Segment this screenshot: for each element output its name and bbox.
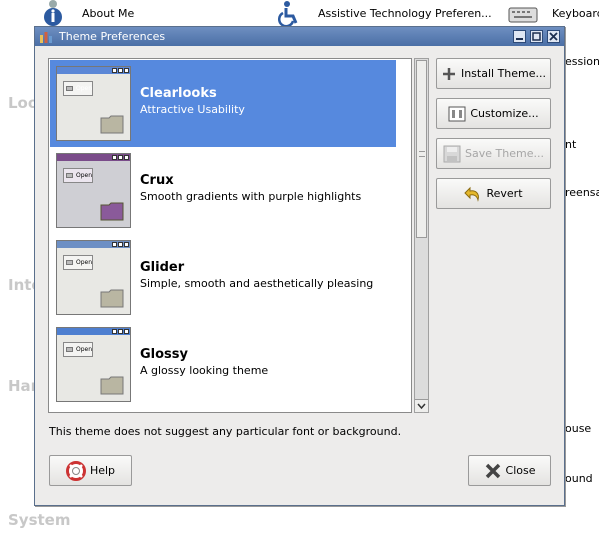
- help-lifebuoy-icon: [65, 460, 86, 481]
- bg-fragment-sessions: essions: [565, 55, 599, 68]
- theme-item-glider[interactable]: Open Glider Simple, smooth and aesthetic…: [50, 234, 396, 321]
- theme-item-clearlooks[interactable]: Open Clearlooks Attractive Usability: [50, 60, 396, 147]
- folder-icon: [100, 376, 124, 395]
- theme-app-icon: [40, 31, 52, 43]
- customize-icon: [448, 106, 466, 121]
- theme-list-scrollbar[interactable]: [414, 58, 429, 413]
- theme-description: Simple, smooth and aesthetically pleasin…: [140, 276, 374, 290]
- category-system: System: [8, 511, 71, 529]
- revert-icon: [464, 186, 480, 202]
- glossy-preview: Open: [56, 327, 131, 402]
- bg-fragment-sound: ound: [565, 472, 593, 485]
- preview-open-label: Open: [75, 346, 92, 353]
- theme-name: Clearlooks: [140, 85, 217, 101]
- theme-name: Glider: [140, 259, 185, 275]
- bg-fragment-screensaver: reensa: [565, 186, 599, 199]
- save-theme-button[interactable]: Save Theme...: [436, 138, 551, 169]
- theme-note: This theme does not suggest any particul…: [49, 425, 402, 438]
- glider-preview: Open: [56, 240, 131, 315]
- bg-fragment-nt: nt: [565, 138, 577, 151]
- folder-icon: [100, 289, 124, 308]
- minimize-button[interactable]: [513, 30, 526, 43]
- clearlooks-preview: Open: [56, 66, 131, 141]
- theme-description: Attractive Usability: [140, 102, 245, 116]
- window-close-icon: [549, 32, 558, 41]
- close-button[interactable]: Close: [468, 455, 551, 486]
- help-button[interactable]: Help: [49, 455, 132, 486]
- bg-fragment-mouse: ouse: [565, 422, 592, 435]
- accessibility-icon: [278, 1, 298, 26]
- folder-icon: [100, 115, 124, 134]
- crux-preview: Open: [56, 153, 131, 228]
- customize-button[interactable]: Customize...: [436, 98, 551, 129]
- scroll-down-button[interactable]: [415, 399, 428, 412]
- theme-name: Crux: [140, 172, 174, 188]
- maximize-icon: [532, 32, 541, 41]
- preview-open-label: Open: [75, 85, 92, 92]
- theme-item-crux[interactable]: Open Crux Smooth gradients with purple h…: [50, 147, 396, 234]
- theme-name: Glossy: [140, 346, 189, 362]
- revert-button[interactable]: Revert: [436, 178, 551, 209]
- theme-preferences-dialog: Theme Preferences Open Clearlooks Attrac…: [34, 26, 565, 506]
- keyboard-icon: [508, 7, 538, 23]
- preview-open-label: Open: [75, 172, 92, 179]
- keyboard-item[interactable]: Keyboard: [508, 0, 599, 26]
- minimize-icon: [516, 38, 523, 40]
- theme-description: A glossy looking theme: [140, 363, 269, 377]
- theme-item-glossy[interactable]: Open Glossy A glossy looking theme: [50, 321, 396, 408]
- chevron-down-icon: [417, 403, 426, 409]
- preview-open-label: Open: [75, 259, 92, 266]
- about-me-item[interactable]: About Me: [40, 0, 134, 26]
- theme-list[interactable]: Open Clearlooks Attractive Usability Ope…: [48, 58, 412, 413]
- add-icon: [442, 67, 455, 80]
- theme-description: Smooth gradients with purple highlights: [140, 189, 362, 203]
- about-me-icon: [44, 0, 62, 26]
- folder-icon: [100, 202, 124, 221]
- assistive-technology-item[interactable]: Assistive Technology Preferen...: [276, 0, 492, 26]
- close-icon: [485, 463, 500, 478]
- window-close-button[interactable]: [547, 30, 560, 43]
- save-icon: [443, 145, 461, 162]
- title-bar[interactable]: Theme Preferences: [35, 27, 564, 46]
- install-theme-button[interactable]: Install Theme...: [436, 58, 551, 89]
- scrollbar-thumb[interactable]: [416, 60, 427, 238]
- maximize-button[interactable]: [530, 30, 543, 43]
- dialog-title: Theme Preferences: [59, 30, 166, 43]
